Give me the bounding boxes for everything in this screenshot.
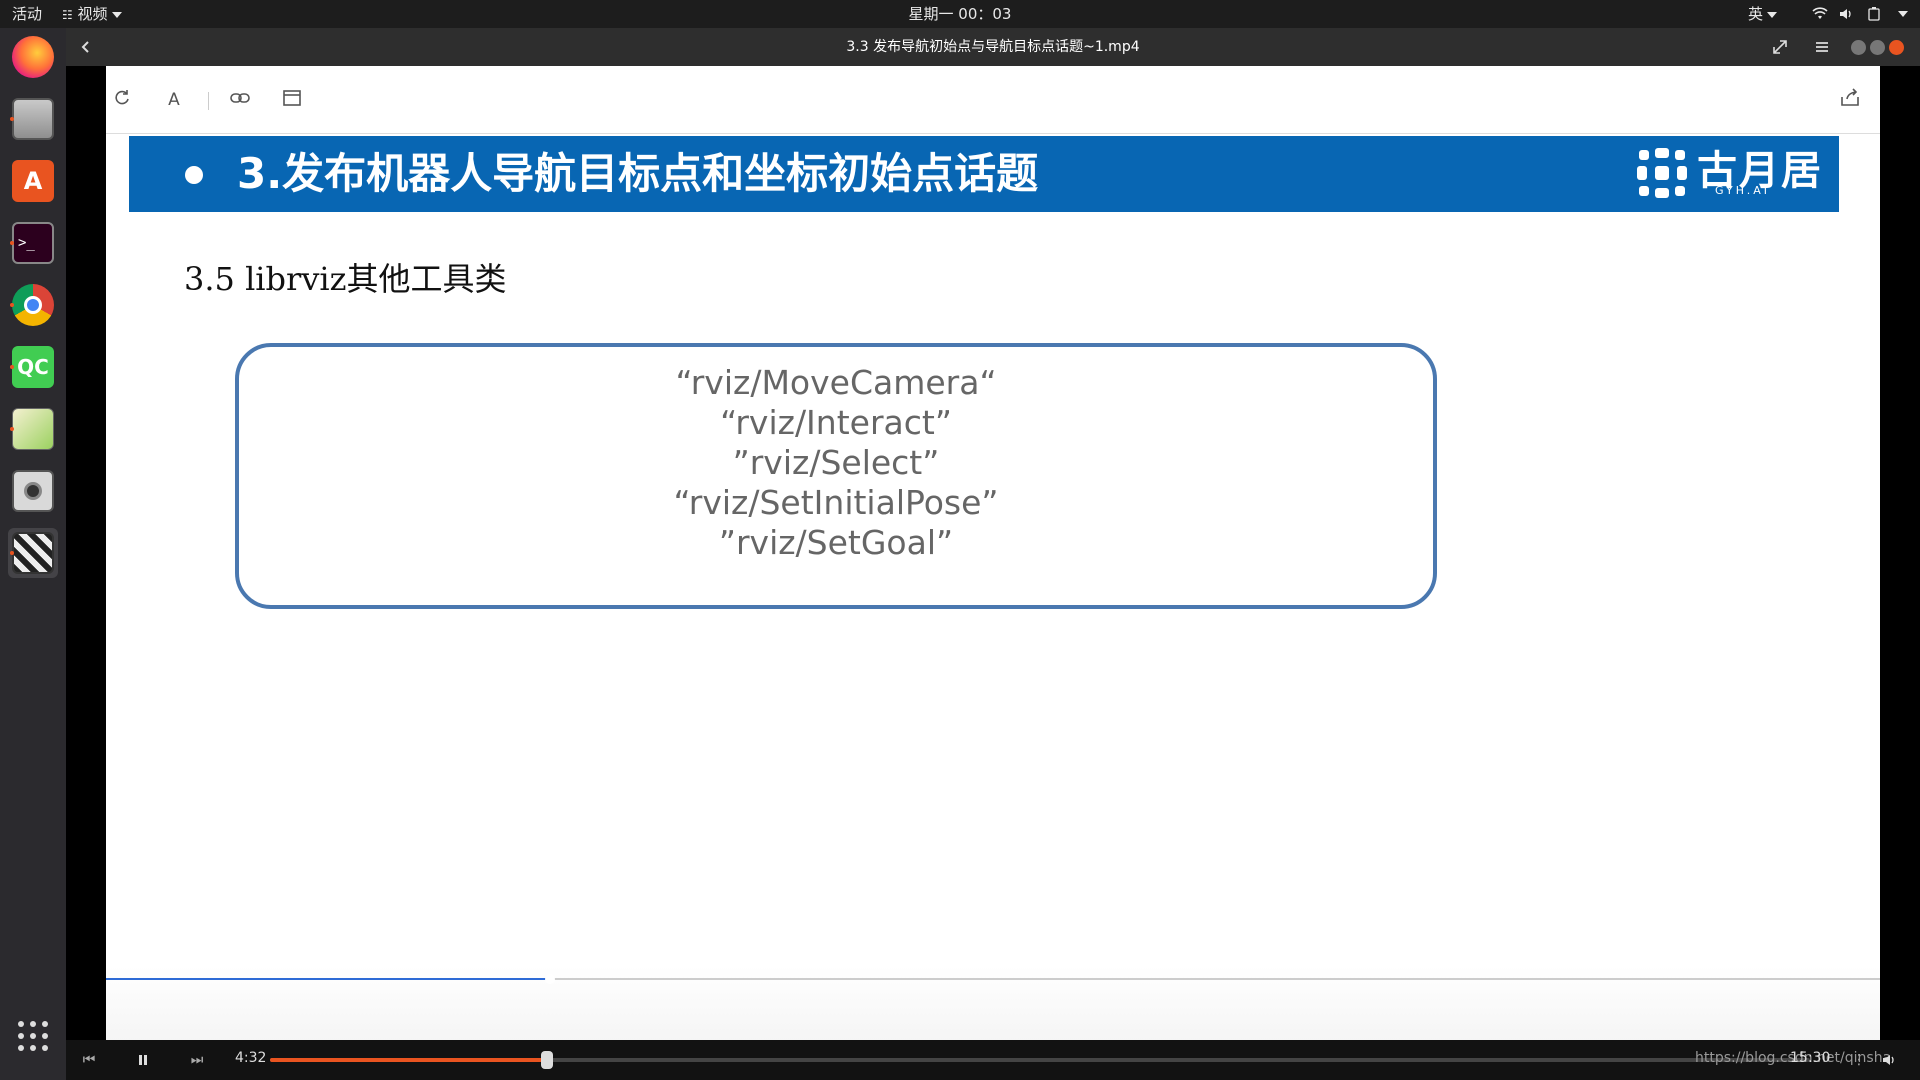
maximize-button[interactable] [1870,40,1885,55]
software-store-icon: A [12,160,54,202]
dock-screenshot[interactable] [8,466,58,516]
toolbar-divider [208,92,209,110]
clock[interactable]: 星期一 00：03 [0,0,1920,28]
running-indicator [10,427,14,431]
app-menu[interactable]: ☷ 视频 [62,0,122,28]
running-indicator [10,241,14,245]
firefox-icon [12,36,54,78]
slide-title: 3.发布机器人导航目标点和坐标初始点话题 [237,149,1039,198]
running-indicator [10,551,14,555]
link-icon [228,88,252,112]
share-icon [1838,88,1862,112]
slide-header: 3.发布机器人导航目标点和坐标初始点话题 古月居 GYH.AI [129,136,1839,212]
text-editor-icon [12,408,54,450]
files-icon [12,98,54,140]
chevron-down-icon [1767,11,1778,18]
window-title: 3.3 发布导航初始点与导航目标点话题~1.mp4 [846,39,1140,55]
recorded-browser-toolbar: A [106,66,1880,134]
language-label: 英 [1748,5,1764,23]
tool-item: ”rviz/SetGoal” [718,523,954,562]
recorded-progress-fill [106,978,550,980]
system-top-bar: 活动 ☷ 视频 星期一 00：03 英 [0,0,1920,28]
current-time: 4:32 [235,1050,267,1066]
activities-button[interactable]: 活动 [12,0,42,28]
chevron-down-icon [111,11,122,18]
battery-icon[interactable] [1866,6,1882,22]
seek-bar[interactable] [270,1051,1810,1069]
running-indicator [10,365,14,369]
tool-item: ”rviz/Select” [732,443,940,482]
title-bar: 3.3 发布导航初始点与导航目标点话题~1.mp4 [66,28,1920,66]
next-icon[interactable]: ⏭ [184,1048,210,1072]
tool-item: “rviz/SetInitialPose” [673,483,999,522]
camera-icon [12,470,54,512]
fullscreen-button[interactable] [1768,35,1792,59]
running-indicator [10,303,14,307]
section-heading: 3.5 librviz其他工具类 [184,260,507,298]
recorded-progress-bar [106,974,1880,984]
terminal-icon: >_ [12,222,54,264]
wifi-icon[interactable] [1812,6,1828,22]
font-icon: A [168,90,180,110]
more-options-icon[interactable]: ⋮ [1846,1048,1872,1072]
refresh-icon [110,88,134,112]
volume-button[interactable] [1876,1048,1902,1072]
tool-item: “rviz/Interact” [720,403,952,442]
video-clapper-icon [12,532,54,574]
dock-qtcreator[interactable]: QC [8,342,58,392]
logo-mark-icon [1637,148,1687,198]
bullet-icon [185,166,203,184]
previous-icon[interactable]: ⏮ [76,1048,102,1072]
presentation-slide: 3.发布机器人导航目标点和坐标初始点话题 古月居 GYH.AI 3.5 libr… [129,136,1839,1080]
system-menu-chevron-icon[interactable] [1898,11,1908,17]
dock-videos[interactable] [8,528,58,578]
logo-subtext: GYH.AI [1715,184,1771,197]
running-indicator [10,117,14,121]
minimize-button[interactable] [1851,40,1866,55]
seek-bar-fill [270,1058,548,1062]
tool-item: “rviz/MoveCamera“ [675,363,997,402]
dock-chrome[interactable] [8,280,58,330]
player-controls: ⏮ ⏭ 4:32 https://blog.csdn.net/qinsha 15… [66,1040,1920,1080]
window-icon [280,88,304,112]
volume-icon[interactable] [1838,6,1854,22]
dock: A >_ QC [0,28,66,1080]
total-time: 15:30 [1790,1050,1831,1066]
pause-button[interactable] [130,1048,156,1072]
close-button[interactable] [1889,40,1904,55]
app-menu-icon: ☷ [62,8,73,22]
gyh-logo: 古月居 GYH.AI [1635,142,1825,204]
recorded-progress-knob [544,974,555,984]
video-frame[interactable]: A 3.发布机器人导航目标点和坐标初始点话题 古月居 GYH.AI 3.5 li… [106,66,1880,1080]
app-menu-label: 视频 [77,5,108,23]
dock-editor[interactable] [8,404,58,454]
dock-terminal[interactable]: >_ [8,218,58,268]
dock-software[interactable]: A [8,156,58,206]
dock-firefox[interactable] [8,32,58,82]
video-player-window: 3.3 发布导航初始点与导航目标点话题~1.mp4 A 3.发布机器人导航目标点… [66,28,1920,1080]
dock-files[interactable] [8,94,58,144]
menu-button[interactable] [1810,35,1834,59]
chrome-icon [12,284,54,326]
seek-knob[interactable] [541,1051,554,1069]
tools-box: “rviz/MoveCamera“ “rviz/Interact” ”rviz/… [235,343,1437,609]
show-applications-icon[interactable] [15,1018,51,1054]
qt-creator-icon: QC [12,346,54,388]
input-language-indicator[interactable]: 英 [1748,0,1778,28]
